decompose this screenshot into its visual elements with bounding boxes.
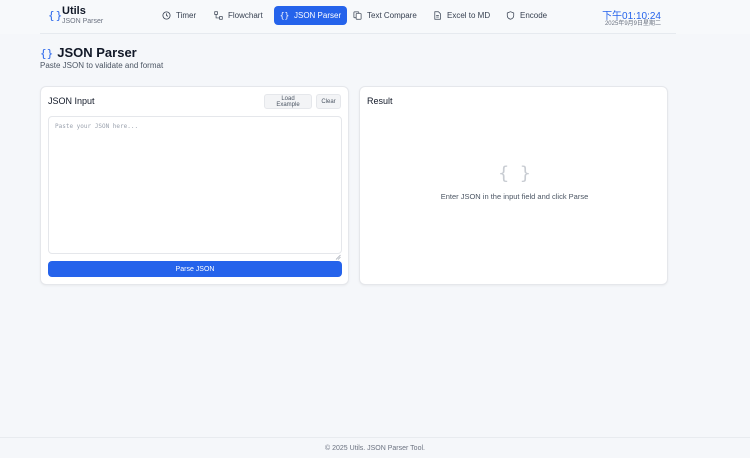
nav-item-text-compare[interactable]: Text Compare [347,6,423,25]
clock-date: 2025年9月9日星期二 [604,21,661,27]
nav-label: Text Compare [367,11,417,20]
brand-title[interactable]: Utils [62,5,86,17]
result-card: Result { } Enter JSON in the input field… [359,86,668,285]
page-title-text: JSON Parser [57,45,137,60]
nav-item-json-parser[interactable]: {} JSON Parser [274,6,348,25]
shield-icon [506,11,515,20]
nav-item-encode[interactable]: Encode [500,6,553,25]
json-input-title: JSON Input [48,96,95,106]
nav-item-excel-to-md[interactable]: Excel to MD [427,6,496,25]
title-braces-icon: {} [40,47,54,60]
page-title: {} JSON Parser [40,45,137,60]
load-example-button[interactable]: Load Example [264,94,312,109]
nav-label: Timer [176,11,197,20]
flowchart-icon [214,11,223,20]
clear-button[interactable]: Clear [316,94,341,109]
empty-state-text: Enter JSON in the input field and click … [440,192,589,201]
nav-label: Flowchart [228,11,263,20]
nav-label: Encode [520,11,548,20]
parse-json-button[interactable]: Parse JSON [48,261,342,277]
file-icon [433,11,442,20]
copy-icon [353,11,362,20]
footer-divider [0,437,750,438]
braces-icon: {} [279,11,290,20]
resize-handle-icon[interactable] [335,247,341,260]
brand-braces-icon: {} [48,9,64,22]
brand-subtitle: JSON Parser [62,18,104,25]
header-divider [40,33,676,34]
nav-item-flowchart[interactable]: Flowchart [208,6,269,25]
nav-label: JSON Parser [294,11,342,20]
nav-item-timer[interactable]: Timer [156,6,202,25]
top-header: {} Utils JSON Parser Timer Flowchart {} … [0,0,750,34]
json-input-card: JSON Input Load Example Clear Parse JSON [40,86,349,285]
page-subtitle: Paste JSON to validate and format [40,61,164,70]
clock-icon [162,11,171,20]
result-title: Result [367,96,393,106]
json-input-field[interactable] [48,116,342,254]
empty-braces-icon: { } [498,163,531,184]
nav-label: Excel to MD [447,11,491,20]
footer-text: © 2025 Utils. JSON Parser Tool. [325,445,425,452]
